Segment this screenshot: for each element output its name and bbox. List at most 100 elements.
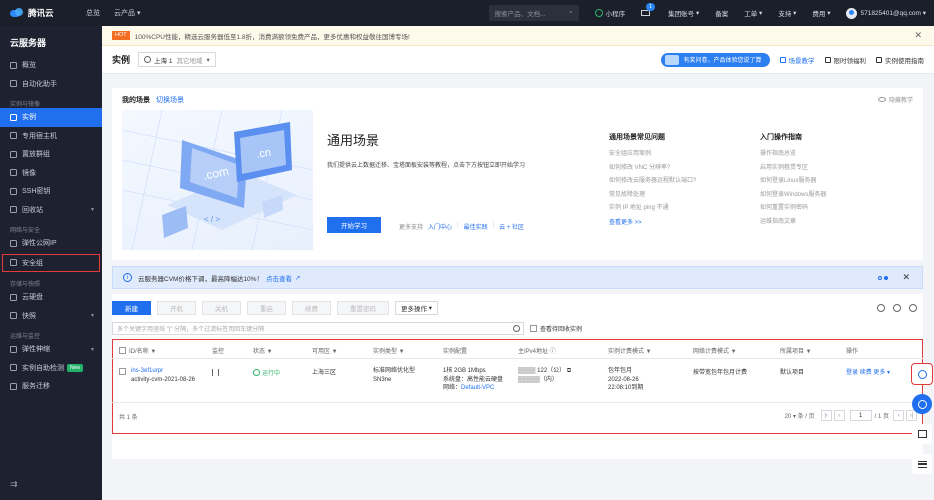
eip-icon (10, 239, 17, 247)
tickets-menu[interactable]: 工单 ▾ (736, 0, 770, 26)
instance-id-link[interactable]: ins-3ef1urpr (131, 367, 195, 376)
sidebar-item-recycle-bin[interactable]: 回收站 ▾ (0, 201, 102, 220)
col-net-billing[interactable]: 网络计费模式 ▼ (693, 346, 737, 355)
docs-button[interactable] (912, 424, 932, 444)
guide-item[interactable]: 如何重置实例密码 (760, 202, 890, 216)
next-page-button[interactable]: › (893, 410, 904, 421)
page-size-select[interactable]: 20 ▾ 条 / 页 (785, 411, 815, 420)
renew-row-button[interactable]: 续费 (860, 370, 872, 376)
community-link[interactable]: 云 + 社区 (499, 222, 524, 231)
search-row: 多个关键字用竖线 "|" 分隔，多个过滤标签用回车键分隔 查看待回收实例 (112, 322, 582, 335)
hide-tutorial-button[interactable]: 隐藏教学 (877, 95, 913, 104)
customer-service-button[interactable] (912, 394, 932, 414)
sidebar-item-migration[interactable]: 服务迁移 (0, 377, 102, 396)
prev-page-button[interactable]: ‹ (833, 410, 845, 421)
guide-item[interactable]: 操作指南总览 (760, 148, 890, 162)
vpc-link[interactable]: Default-VPC (461, 385, 494, 391)
sidebar-item-auto-scaling[interactable]: 弹性伸缩 ▾ (0, 340, 102, 359)
sidebar-item-eip[interactable]: 弹性公网IP (0, 234, 102, 253)
login-button[interactable]: 登录 (846, 370, 858, 376)
sidebar-item-overview[interactable]: 概览 (0, 56, 102, 75)
faq-item[interactable]: 常见故障处理 (609, 189, 739, 203)
global-search-input[interactable]: 搜索产品、文档... ⌕ (488, 5, 579, 21)
region-selector[interactable]: 上海 1 其它地域 ▾ (138, 52, 216, 67)
sidebar-item-ssh-keys[interactable]: SSH密钥 (0, 182, 102, 201)
table-header: ID/名称 ▼ 监控 状态 ▼ 可用区 ▼ 实例类型 ▼ 实例配置 主IPv4地… (112, 339, 923, 359)
mini-program-link[interactable]: 小程序 (587, 0, 634, 26)
col-type[interactable]: 实例类型 ▼ (373, 346, 405, 355)
select-all-checkbox[interactable] (119, 347, 126, 354)
renew-button[interactable]: 续费 (292, 301, 331, 315)
mail-button[interactable]: 1 (633, 0, 660, 26)
view-details-link[interactable]: 点击查看 (266, 273, 292, 283)
carousel-dot[interactable] (878, 275, 883, 280)
account-menu[interactable]: 571825401@qq.com ▾ (838, 0, 934, 26)
brand-logo[interactable]: 腾讯云 (0, 7, 72, 19)
faq-item[interactable]: 如何修改 VNC 分辨率? (609, 162, 739, 176)
billing-menu[interactable]: 费用 ▾ (804, 0, 838, 26)
sidebar-group-instances: 实例与镜像 (10, 102, 41, 108)
sidebar-item-snapshot[interactable]: 快照 ▾ (0, 307, 102, 326)
notice-text[interactable]: 100%CPU性能，精选云服务器低至1.8折，消费满额领免费产品，更多优惠和权益… (135, 31, 410, 41)
sidebar-item-images[interactable]: 镜像 (0, 164, 102, 183)
record-link[interactable]: 备案 (707, 0, 736, 26)
download-icon[interactable] (909, 304, 917, 312)
sidebar-item-dedicated-host[interactable]: 专用宿主机 (0, 127, 102, 146)
sidebar-item-self-check[interactable]: 实例自助检测 New (0, 359, 102, 378)
group-account-menu[interactable]: 集团账号 ▾ (660, 0, 707, 26)
gear-icon[interactable] (893, 304, 901, 312)
carousel-dot-active[interactable] (884, 275, 889, 280)
sidebar-item-placement-group[interactable]: 置放群组 (0, 145, 102, 164)
guide-item[interactable]: 如何登录Windows服务器 (760, 189, 890, 203)
col-status[interactable]: 状态 ▼ (253, 346, 273, 355)
monitor-chart-icon[interactable] (212, 369, 219, 376)
guide-item[interactable]: 运维指南文章 (760, 216, 890, 230)
menu-button[interactable] (912, 454, 932, 474)
sidebar-item-cloud-disk[interactable]: 云硬盘 (0, 288, 102, 307)
survey-banner[interactable]: 有奖问卷，产品体验您说了算 (661, 52, 770, 67)
collapse-sidebar-icon[interactable]: ⇉ (10, 479, 18, 490)
recycle-checkbox[interactable] (530, 325, 537, 332)
copy-icon[interactable]: ⧉ (567, 368, 571, 374)
faq-item[interactable]: 如何修改云服务器远程默认端口? (609, 175, 739, 189)
faq-item[interactable]: 安全组应用案例 (609, 148, 739, 162)
col-zone[interactable]: 可用区 ▼ (312, 346, 338, 355)
switch-scene-link[interactable]: 切换场景 (156, 97, 184, 104)
sidebar-item-security-group[interactable]: 安全组 (2, 253, 100, 273)
overview-link[interactable]: 总览 (86, 8, 100, 18)
more-row-actions[interactable]: 更多 ▾ (873, 370, 890, 376)
sidebar-item-automation[interactable]: 自动化助手 (0, 75, 102, 94)
col-billing-mode[interactable]: 实例计费模式 ▼ (608, 346, 652, 355)
search-icon[interactable] (513, 325, 520, 332)
support-menu[interactable]: 支持 ▾ (770, 0, 804, 26)
start-learning-button[interactable]: 开始学习 (327, 217, 381, 233)
best-practice-link[interactable]: 最佳实践 (464, 222, 488, 231)
guide-item[interactable]: 启用实例租赁专区 (760, 162, 890, 176)
start-button[interactable]: 开机 (157, 301, 196, 315)
more-actions-dropdown[interactable]: 更多操作 ▾ (395, 301, 439, 315)
faq-item[interactable]: 实例 IP 地址 ping 不通 (609, 202, 739, 216)
first-page-button[interactable]: |‹ (820, 410, 832, 421)
guide-item[interactable]: 如何登录Linux服务器 (760, 175, 890, 189)
illus-cn-text: .cn (255, 147, 272, 161)
close-icon[interactable]: ✕ (902, 272, 910, 283)
page-input[interactable]: 1 (849, 410, 872, 421)
restart-button[interactable]: 重启 (247, 301, 286, 315)
sidebar-item-instances[interactable]: 实例 (0, 108, 102, 127)
col-project[interactable]: 所属项目 ▼ (780, 346, 812, 355)
faq-more-link[interactable]: 查看更多 >> (609, 217, 739, 226)
close-icon[interactable]: ✕ (914, 30, 922, 41)
instance-guide-link[interactable]: 实例使用指南 (876, 55, 924, 65)
products-menu[interactable]: 云产品 ▾ (114, 8, 140, 18)
feedback-button[interactable] (911, 363, 933, 385)
instance-search-input[interactable]: 多个关键字用竖线 "|" 分隔，多个过滤标签用回车键分隔 (112, 322, 524, 335)
col-id-name: ID/名称 (129, 349, 149, 355)
getting-started-link[interactable]: 入门中心 (428, 222, 452, 231)
row-checkbox[interactable] (119, 368, 126, 375)
refresh-icon[interactable] (877, 304, 885, 312)
shutdown-button[interactable]: 关机 (202, 301, 241, 315)
time-limit-link[interactable]: 限时领福利 (824, 55, 866, 65)
reset-password-button[interactable]: 重置密码 (337, 301, 389, 315)
new-instance-button[interactable]: 新建 (112, 301, 151, 315)
scene-tutorial-link[interactable]: 场景教学 (779, 55, 815, 65)
